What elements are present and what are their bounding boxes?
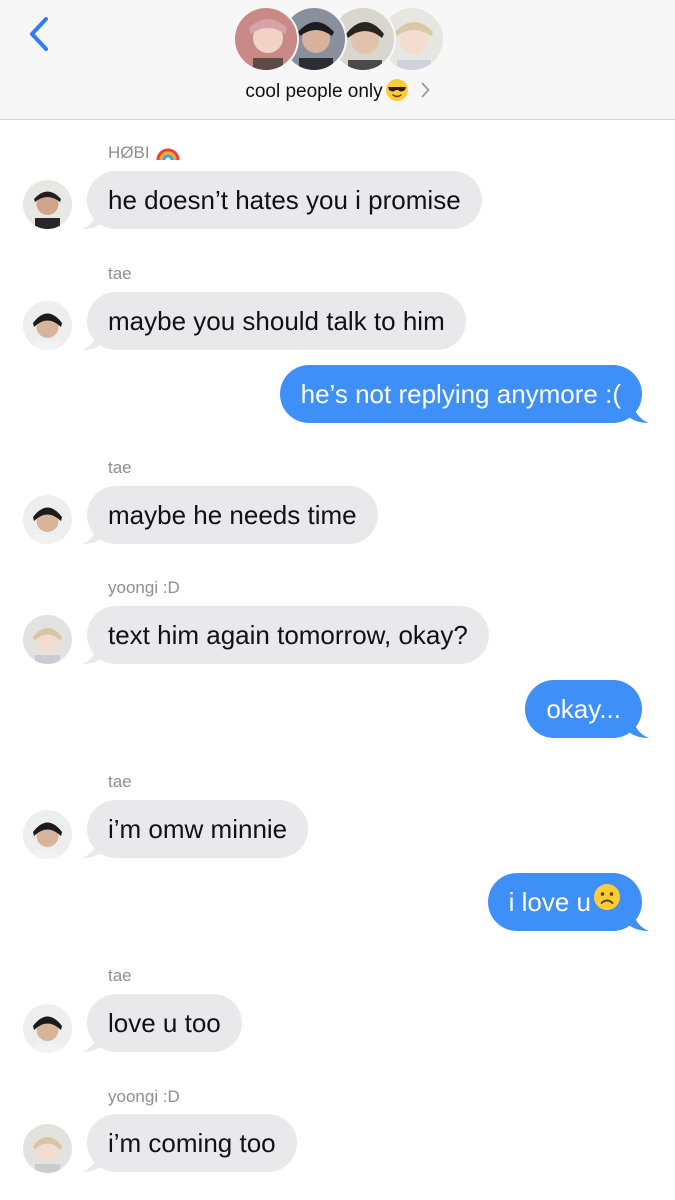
bubble-tail	[82, 205, 104, 229]
sender-name: tae	[108, 772, 132, 791]
sender-name: tae	[108, 264, 132, 283]
sender-name: yoongi :D	[108, 1087, 180, 1106]
message-bubble[interactable]: i’m omw minnie	[87, 800, 309, 858]
message-bubble[interactable]: maybe he needs time	[87, 486, 378, 544]
bubble-tail	[627, 399, 649, 423]
message-bubble[interactable]: text him again tomorrow, okay?	[87, 606, 489, 664]
bubble-tail	[82, 520, 104, 544]
message-bubble-outgoing[interactable]: he’s not replying anymore :(	[279, 365, 642, 423]
message-bubble[interactable]: he doesn’t hates you i promise	[87, 171, 482, 229]
conversation-header: cool people only	[0, 0, 675, 120]
sender-name: yoongi :D	[108, 578, 180, 597]
sender-name: tae	[108, 966, 132, 985]
avatar[interactable]	[23, 615, 72, 664]
message-bubble-outgoing[interactable]: i love u	[487, 873, 642, 931]
message-bubble-outgoing[interactable]: okay...	[525, 680, 642, 738]
group-name: cool people only	[245, 81, 383, 102]
bubble-tail	[82, 1148, 104, 1172]
message-bubble[interactable]: i’m coming too	[87, 1114, 297, 1172]
back-button[interactable]	[22, 14, 56, 54]
bubble-tail	[627, 907, 649, 931]
frowning-face-emoji-icon	[593, 873, 621, 931]
group-name-button[interactable]: cool people only	[0, 78, 675, 106]
group-avatars[interactable]	[233, 6, 445, 72]
bubble-tail	[627, 714, 649, 738]
avatar[interactable]	[23, 180, 72, 229]
sender-name: tae	[108, 458, 132, 477]
message-bubble[interactable]: maybe you should talk to him	[87, 292, 466, 350]
sender-label: HØBI	[108, 143, 150, 162]
message-bubble[interactable]: love u too	[87, 994, 242, 1052]
avatar[interactable]	[23, 1004, 72, 1053]
bubble-tail	[82, 640, 104, 664]
bubble-tail	[82, 1028, 104, 1052]
group-avatar-1	[233, 6, 299, 72]
sender-name: HØBI	[108, 141, 180, 165]
avatar[interactable]	[23, 810, 72, 859]
chevron-right-icon	[421, 82, 430, 103]
message-text: i love u	[508, 887, 591, 917]
chevron-left-icon	[30, 17, 48, 51]
bubble-tail	[82, 834, 104, 858]
bubble-tail	[82, 326, 104, 350]
avatar[interactable]	[23, 301, 72, 350]
avatar[interactable]	[23, 1124, 72, 1173]
rainbow-emoji-icon	[156, 140, 180, 167]
sunglasses-emoji-icon	[385, 78, 409, 107]
avatar[interactable]	[23, 495, 72, 544]
